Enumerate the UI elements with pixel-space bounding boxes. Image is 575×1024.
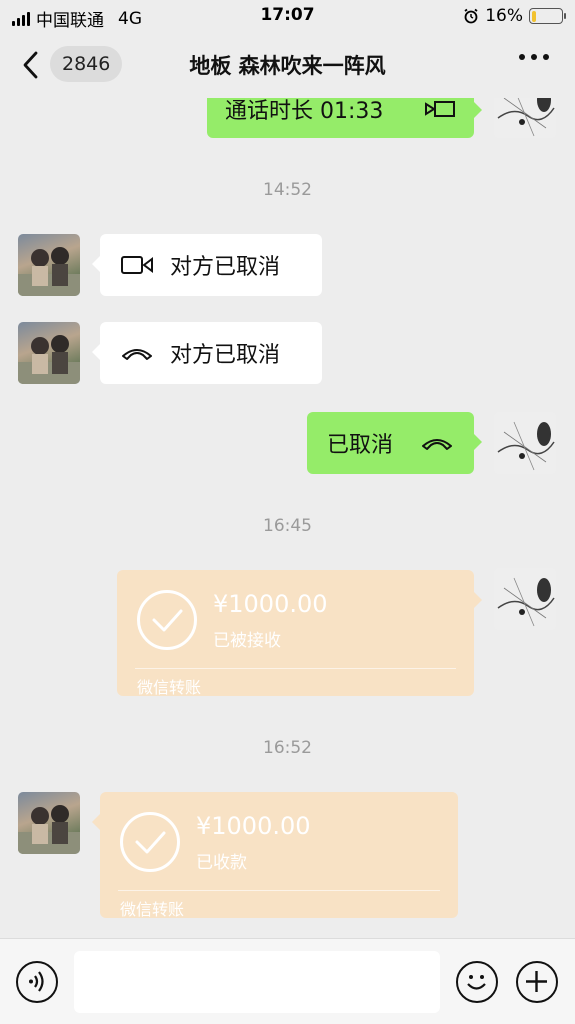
emoji-icon[interactable] [456,961,498,1003]
transfer-footer: 微信转账 [120,900,185,919]
phone-hangup-icon [122,349,152,360]
chat-area[interactable]: 通话时长 01:33 14:52 对方已取消 对方已取消 已取消 16:45 ¥… [0,98,575,938]
battery-icon [529,8,566,24]
video-cancel-text: 对方已取消 [170,255,281,280]
divider [118,890,440,891]
chat-title: 地板 森林吹来一阵风 [189,54,386,78]
voice-icon[interactable] [16,961,58,1003]
timestamp: 16:52 [263,738,312,758]
battery-fill [531,10,537,22]
video-call-cancelled-bubble[interactable]: 对方已取消 [92,234,322,296]
transfer-status: 已收款 [196,853,247,873]
status-bar: 中国联通 4G 17:07 16% [0,0,575,32]
nav-bar: 2846 地板 森林吹来一阵风 [0,32,575,98]
plus-icon[interactable] [516,961,558,1003]
contact-avatar[interactable] [18,792,80,854]
transfer-received-card[interactable]: ¥1000.00 已收款 微信转账 [92,792,458,919]
input-bar [0,938,575,1024]
my-avatar-image [497,577,555,627]
timestamp: 16:45 [263,516,312,536]
contact-avatar-image [18,335,80,384]
my-avatar[interactable] [494,568,556,630]
battery-percent: 16% [485,6,523,26]
contact-avatar-image [18,247,80,296]
video-camera-icon [121,256,153,274]
status-right: 16% [463,6,566,26]
call-duration-text: 通话时长 01:33 [225,99,384,124]
video-call-icon [425,101,455,117]
message-input[interactable] [74,951,440,1013]
my-avatar-image [497,421,555,471]
contact-avatar-image [18,805,80,854]
voice-call-cancelled-bubble[interactable]: 对方已取消 [92,322,322,384]
contact-avatar[interactable] [18,322,80,384]
contact-avatar[interactable] [18,234,80,296]
more-dots-icon[interactable] [519,54,549,60]
my-cancel-text: 已取消 [327,433,394,458]
my-avatar-image [497,98,555,137]
transfer-amount: ¥1000.00 [196,812,311,840]
alarm-clock-icon [464,8,478,24]
transfer-footer: 微信转账 [137,678,202,697]
transfer-amount: ¥1000.00 [213,590,328,618]
check-circle-icon [120,812,180,872]
voice-cancel-text: 对方已取消 [170,343,281,368]
my-avatar[interactable] [494,412,556,474]
phone-hangup-icon [422,439,452,450]
transfer-sent-card[interactable]: ¥1000.00 已被接收 微信转账 [117,570,482,697]
divider [135,668,456,669]
my-avatar[interactable] [494,98,556,138]
my-call-cancelled-bubble[interactable]: 已取消 [307,412,482,474]
check-circle-icon [137,590,197,650]
transfer-status: 已被接收 [213,631,281,651]
call-duration-bubble[interactable]: 通话时长 01:33 [207,98,482,138]
timestamp: 14:52 [263,180,312,200]
